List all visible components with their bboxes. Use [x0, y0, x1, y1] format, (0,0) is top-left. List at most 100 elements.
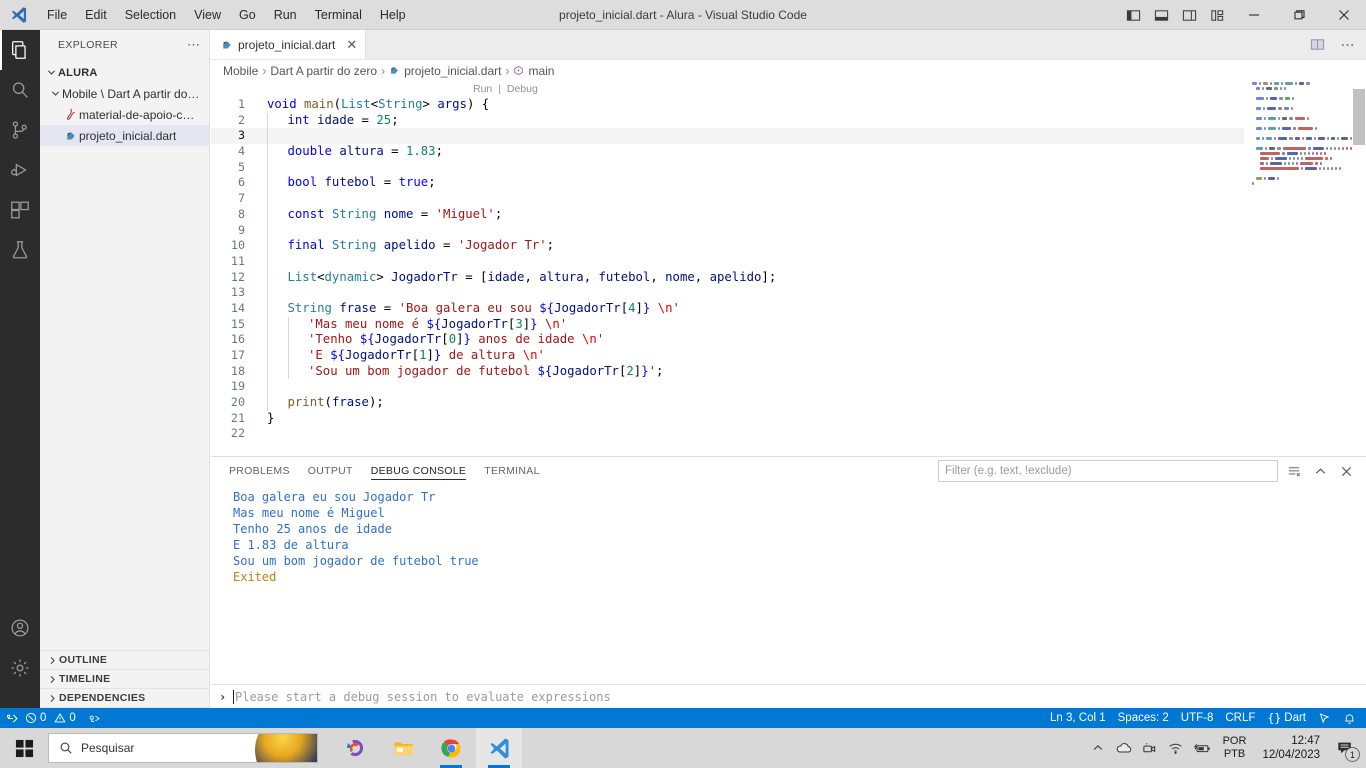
sidebar-section-outline[interactable]: OUTLINE — [40, 651, 209, 670]
activity-manage-gear[interactable] — [0, 648, 40, 688]
menu-view[interactable]: View — [185, 4, 230, 26]
code-line[interactable]: 5 — [211, 159, 1366, 176]
debug-repl-input-row[interactable]: › Please start a debug session to evalua… — [211, 684, 1366, 708]
tray-language-indicator[interactable]: POR PTB — [1215, 728, 1255, 768]
breadcrumb-item-file[interactable]: projeto_inicial.dart — [404, 64, 501, 78]
toggle-panel-icon[interactable] — [1147, 0, 1175, 30]
status-encoding[interactable]: UTF-8 — [1175, 708, 1220, 728]
sidebar-section-timeline[interactable]: TIMELINE — [40, 670, 209, 689]
menu-edit[interactable]: Edit — [76, 4, 116, 26]
activity-extensions[interactable] — [0, 190, 40, 230]
menu-help[interactable]: Help — [371, 4, 415, 26]
activity-testing[interactable] — [0, 230, 40, 270]
debug-console-output[interactable]: Boa galera eu sou Jogador Tr Mas meu nome… — [211, 485, 1366, 684]
code-line[interactable]: 1 void main(List<String> args) { — [211, 97, 1366, 113]
tray-clock[interactable]: 12:47 12/04/2023 — [1254, 728, 1328, 768]
code-line[interactable]: 18 'Sou um bom jogador de futebol ${Jogad… — [211, 363, 1366, 380]
activity-source-control[interactable] — [0, 110, 40, 150]
battery-charging-icon[interactable] — [1189, 728, 1215, 768]
breadcrumb-item-main[interactable]: main — [528, 64, 554, 78]
tree-file-projeto-inicial[interactable]: projeto_inicial.dart — [40, 125, 209, 146]
code-line[interactable]: 11 — [211, 253, 1366, 270]
codelens-debug-link[interactable]: Debug — [507, 83, 538, 95]
menu-terminal[interactable]: Terminal — [306, 4, 371, 26]
scrollbar-thumb[interactable] — [1353, 89, 1365, 145]
code-line[interactable]: 19 — [211, 379, 1366, 396]
close-panel-icon[interactable] — [1336, 460, 1356, 482]
status-editor-position[interactable]: Ln 3, Col 1 — [1044, 708, 1112, 728]
tray-notification-button[interactable]: 1 — [1328, 728, 1362, 768]
code-line[interactable]: 21} — [211, 411, 1366, 427]
code-line[interactable]: 4 double altura = 1.83; — [211, 144, 1366, 160]
taskbar-microsoft-365-icon[interactable] — [332, 728, 378, 768]
status-bell-icon[interactable] — [1337, 708, 1362, 728]
status-indentation[interactable]: Spaces: 2 — [1112, 708, 1175, 728]
toggle-primary-sidebar-icon[interactable] — [1119, 0, 1147, 30]
code-line[interactable]: 8 const String nome = 'Miguel'; — [211, 206, 1366, 223]
toggle-secondary-sidebar-icon[interactable] — [1175, 0, 1203, 30]
breadcrumb-item-mobile[interactable]: Mobile — [223, 64, 258, 78]
tree-file-material-de-apoio[interactable]: material-de-apoio-curso-… — [40, 104, 209, 125]
breadcrumb-item-dart-a-partir-do-zero[interactable]: Dart A partir do zero — [270, 64, 377, 78]
customize-layout-icon[interactable] — [1203, 0, 1231, 30]
panel-tab-problems[interactable]: PROBLEMS — [229, 457, 290, 485]
taskbar-search-box[interactable]: Pesquisar — [48, 733, 318, 763]
code-line[interactable]: 13 — [211, 285, 1366, 301]
close-icon[interactable]: ✕ — [346, 38, 357, 51]
status-problems[interactable]: 0 0 — [25, 708, 82, 728]
menu-run[interactable]: Run — [265, 4, 306, 26]
menu-go[interactable]: Go — [230, 4, 265, 26]
camera-icon[interactable] — [1137, 728, 1163, 768]
activity-search[interactable] — [0, 70, 40, 110]
status-language-mode[interactable]: {} Dart — [1261, 708, 1312, 728]
sidebar-more-actions-icon[interactable]: ⋯ — [187, 38, 201, 51]
panel-tab-terminal[interactable]: TERMINAL — [484, 457, 540, 485]
taskbar-google-chrome-icon[interactable] — [428, 728, 474, 768]
show-hidden-icons-chevron-up-icon[interactable] — [1085, 728, 1111, 768]
window-minimize-button[interactable] — [1231, 0, 1276, 30]
onedrive-cloud-icon[interactable] — [1111, 728, 1137, 768]
clear-console-icon[interactable] — [1284, 460, 1304, 482]
code-line[interactable]: 9 — [211, 222, 1366, 239]
editor-vertical-scrollbar[interactable] — [1352, 81, 1366, 486]
code-line[interactable]: 3 — [211, 128, 1366, 145]
code-line[interactable]: 22 — [211, 426, 1366, 442]
activity-accounts[interactable] — [0, 608, 40, 648]
status-remote-indicator[interactable] — [0, 708, 25, 728]
menu-file[interactable]: File — [38, 4, 76, 26]
window-maximize-button[interactable] — [1276, 0, 1321, 30]
code-line[interactable]: 12 List<dynamic> JogadorTr = [idade, altu… — [211, 269, 1366, 286]
code-line[interactable]: 17 'E ${JogadorTr[1]} de altura \n' — [211, 348, 1366, 364]
window-close-button[interactable] — [1321, 0, 1366, 30]
code-line[interactable]: 10 final String apelido = 'Jogador Tr'; — [211, 238, 1366, 254]
console-filter-input[interactable] — [945, 465, 1271, 477]
windows-start-icon[interactable] — [0, 728, 48, 768]
taskbar-vscode-icon[interactable] — [476, 728, 522, 768]
editor-tab-projeto-inicial[interactable]: projeto_inicial.dart ✕ — [211, 30, 367, 59]
codelens-run-link[interactable]: Run — [473, 83, 492, 95]
panel-tab-output[interactable]: OUTPUT — [308, 457, 353, 485]
code-scroll-region[interactable]: Run | Debug 1 void main(List<String> args… — [211, 81, 1366, 486]
status-eol[interactable]: CRLF — [1219, 708, 1261, 728]
activity-explorer[interactable] — [0, 30, 40, 70]
collapse-panel-chevron-up-icon[interactable] — [1310, 460, 1330, 482]
activity-run-debug[interactable] — [0, 150, 40, 190]
code-line[interactable]: 14 String frase = 'Boa galera eu sou ${Jo… — [211, 300, 1366, 317]
status-feedback-icon[interactable] — [1312, 708, 1337, 728]
console-filter-box[interactable] — [938, 460, 1278, 482]
code-line[interactable]: 2 int idade = 25; — [211, 112, 1366, 129]
wifi-icon[interactable] — [1163, 728, 1189, 768]
code-line[interactable]: 16 'Tenho ${JogadorTr[0]} anos de idade \… — [211, 332, 1366, 349]
panel-tab-debug-console[interactable]: DEBUG CONSOLE — [370, 457, 467, 485]
split-editor-icon[interactable] — [1306, 33, 1328, 57]
taskbar-file-explorer-icon[interactable] — [380, 728, 426, 768]
code-line[interactable]: 15 'Mas meu nome é ${JogadorTr[3]} \n' — [211, 316, 1366, 333]
sidebar-section-dependencies[interactable]: DEPENDENCIES — [40, 689, 209, 708]
tree-folder-mobile-dart[interactable]: Mobile \ Dart A partir do ze… — [40, 83, 209, 104]
tree-root-alura[interactable]: ALURA — [40, 62, 209, 83]
code-line[interactable]: 7 — [211, 191, 1366, 207]
status-ports-icon[interactable] — [82, 708, 108, 728]
menu-selection[interactable]: Selection — [116, 4, 185, 26]
code-line[interactable]: 20 print(frase); — [211, 395, 1366, 411]
code-line[interactable]: 6 bool futebol = true; — [211, 175, 1366, 192]
